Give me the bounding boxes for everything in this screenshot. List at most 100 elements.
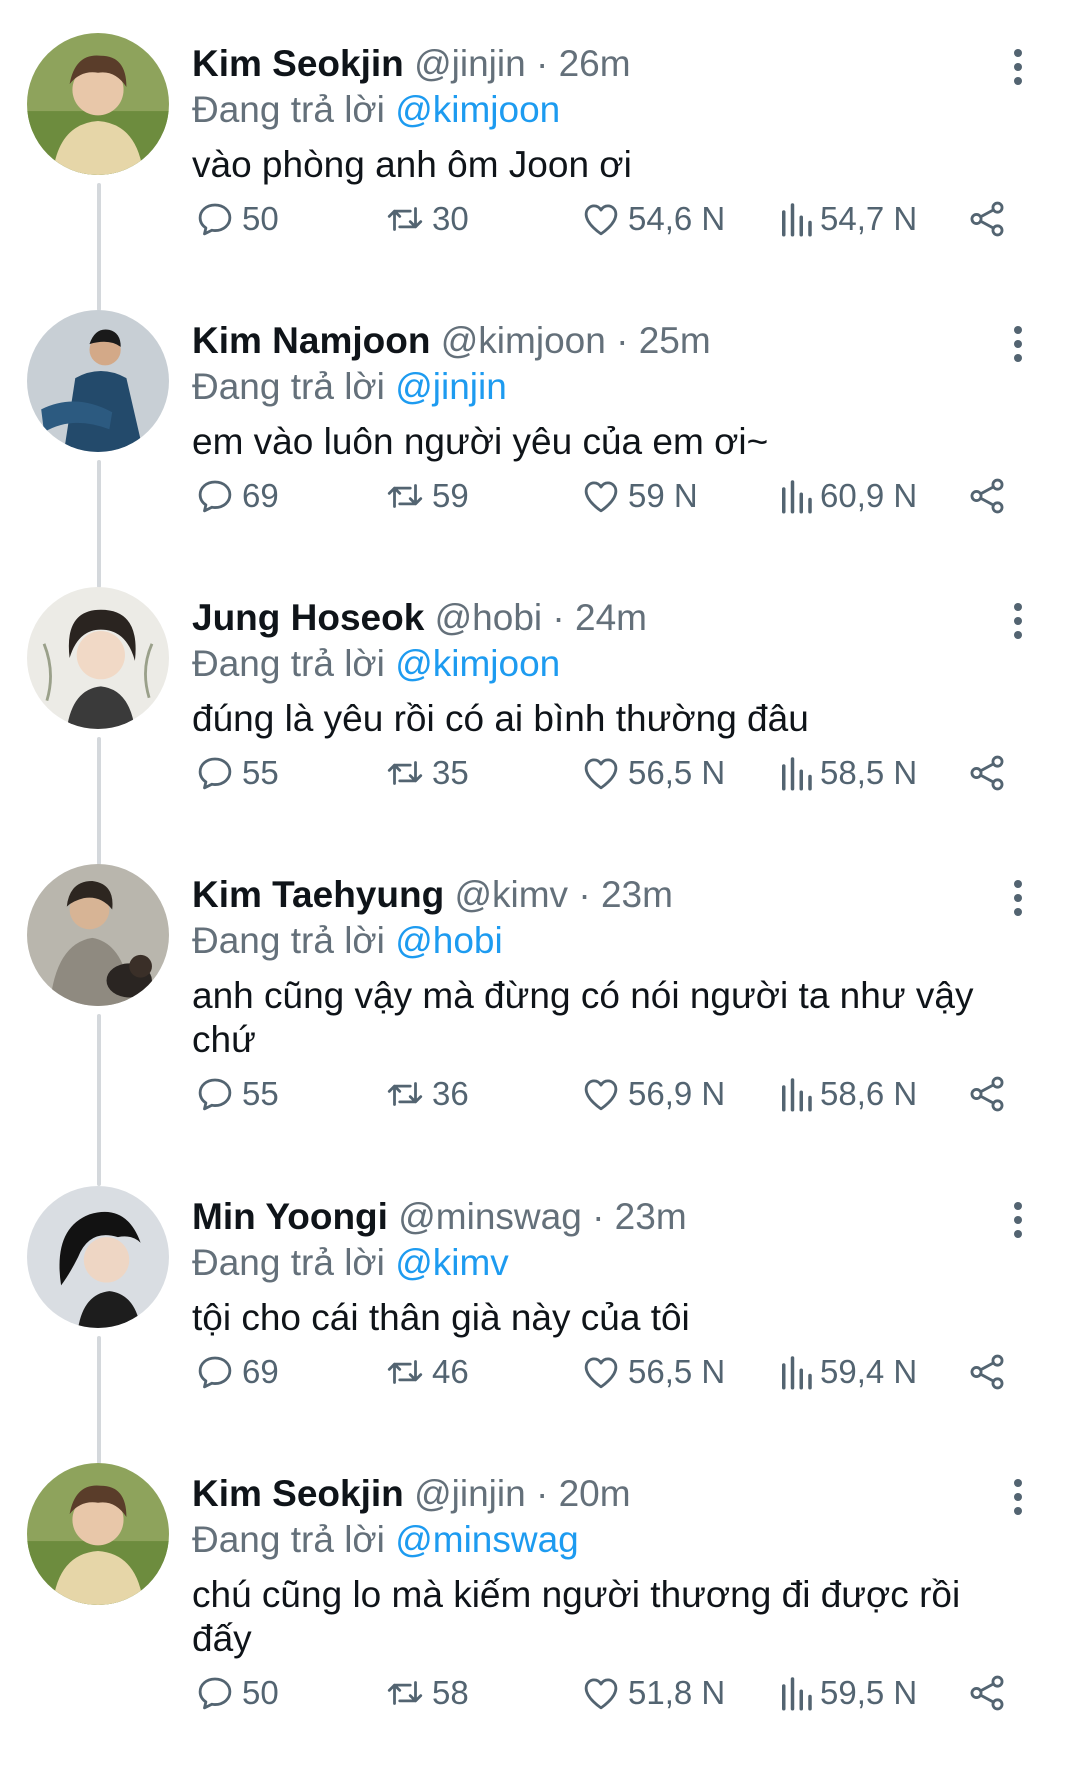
tweet-text: đúng là yêu rồi có ai bình thường đâu	[192, 698, 809, 739]
views-button[interactable]: 60,9 N	[778, 471, 917, 521]
more-vertical-icon[interactable]	[1010, 1200, 1026, 1240]
display-name[interactable]: Kim Seokjin	[192, 43, 404, 84]
separator-dot: ·	[535, 43, 549, 84]
tweet-text: em vào luôn người yêu của em ơi~	[192, 421, 769, 462]
replying-to-label: Đang trả lời	[192, 1242, 385, 1283]
more-vertical-icon[interactable]	[1010, 324, 1026, 364]
like-button[interactable]: 56,5 N	[580, 1347, 725, 1397]
timestamp[interactable]: 23m	[615, 1196, 687, 1237]
views-button[interactable]: 58,6 N	[778, 1069, 917, 1119]
handle[interactable]: @jinjin	[414, 1473, 526, 1514]
views-button[interactable]: 59,4 N	[778, 1347, 917, 1397]
like-button[interactable]: 56,5 N	[580, 748, 725, 798]
handle[interactable]: @hobi	[435, 597, 543, 638]
bar-chart-icon	[782, 1677, 812, 1711]
comment-bubble-icon	[198, 203, 232, 236]
like-button[interactable]: 54,6 N	[580, 194, 725, 244]
mention-link[interactable]: @minswag	[395, 1519, 579, 1560]
views-button[interactable]: 59,5 N	[778, 1668, 917, 1718]
avatar[interactable]	[27, 864, 169, 1006]
reply-button[interactable]: 69	[194, 471, 279, 521]
more-vertical-icon[interactable]	[1010, 601, 1026, 641]
avatar[interactable]	[27, 1463, 169, 1605]
share-icon	[970, 1354, 1004, 1390]
share-button[interactable]	[966, 194, 1008, 244]
handle[interactable]: @kimjoon	[441, 320, 606, 361]
avatar[interactable]	[27, 33, 169, 175]
timestamp[interactable]: 26m	[559, 43, 631, 84]
retweet-button[interactable]: 59	[384, 471, 469, 521]
retweet-button[interactable]: 30	[384, 194, 469, 244]
share-button[interactable]	[966, 471, 1008, 521]
comment-bubble-icon	[198, 480, 232, 513]
separator-dot: ·	[578, 874, 591, 915]
views-button[interactable]: 54,7 N	[778, 194, 917, 244]
heart-icon	[584, 1357, 618, 1389]
handle[interactable]: @kimv	[454, 874, 568, 915]
like-button[interactable]: 59 N	[580, 471, 698, 521]
retweet-button[interactable]: 46	[384, 1347, 469, 1397]
share-button[interactable]	[966, 1668, 1008, 1718]
reply-button[interactable]: 69	[194, 1347, 279, 1397]
like-count: 56,5 N	[628, 1353, 726, 1390]
timestamp[interactable]: 23m	[601, 874, 673, 915]
more-vertical-icon[interactable]	[1010, 878, 1026, 918]
share-button[interactable]	[966, 1347, 1008, 1397]
timestamp[interactable]: 24m	[575, 597, 647, 638]
reply-button[interactable]: 50	[194, 1668, 279, 1718]
mention-link[interactable]: @kimjoon	[395, 89, 560, 130]
mention-link[interactable]: @jinjin	[395, 366, 507, 407]
avatar[interactable]	[27, 587, 169, 729]
like-button[interactable]: 51,8 N	[580, 1668, 725, 1718]
mention-link[interactable]: @hobi	[395, 920, 503, 961]
view-count: 59,4 N	[820, 1353, 918, 1390]
more-vertical-icon[interactable]	[1010, 1477, 1026, 1517]
avatar[interactable]	[27, 310, 169, 452]
retweet-count: 36	[432, 1075, 469, 1112]
handle[interactable]: @jinjin	[414, 43, 526, 84]
replying-to: Đang trả lời @kimjoon	[192, 85, 560, 135]
display-name[interactable]: Jung Hoseok	[192, 597, 424, 638]
retweet-arrows-icon	[387, 484, 423, 508]
heart-icon	[584, 204, 618, 236]
reply-button[interactable]: 50	[194, 194, 279, 244]
timestamp[interactable]: 25m	[639, 320, 711, 361]
view-count: 58,6 N	[820, 1075, 918, 1112]
display-name[interactable]: Kim Namjoon	[192, 320, 430, 361]
action-bar: 69 59 59 N 60,9 N	[192, 471, 1022, 521]
comment-bubble-icon	[198, 757, 232, 790]
reply-count: 50	[242, 200, 279, 237]
tweet-header: Kim Namjoon @kimjoon · 25m	[192, 316, 711, 366]
retweet-arrows-icon	[387, 1082, 423, 1106]
thread-line	[97, 460, 101, 588]
display-name[interactable]: Min Yoongi	[192, 1196, 388, 1237]
retweet-button[interactable]: 35	[384, 748, 469, 798]
action-bar: 69 46 56,5 N 59,4 N	[192, 1347, 1022, 1397]
retweet-count: 35	[432, 754, 469, 791]
avatar[interactable]	[27, 1186, 169, 1328]
action-bar: 55 36 56,9 N 58,6 N	[192, 1069, 1022, 1119]
timestamp[interactable]: 20m	[559, 1473, 631, 1514]
display-name[interactable]: Kim Taehyung	[192, 874, 444, 915]
more-vertical-icon[interactable]	[1010, 47, 1026, 87]
display-name[interactable]: Kim Seokjin	[192, 1473, 404, 1514]
avatar-image	[27, 33, 169, 175]
like-count: 54,6 N	[628, 200, 726, 237]
handle[interactable]: @minswag	[398, 1196, 582, 1237]
mention-link[interactable]: @kimv	[395, 1242, 509, 1283]
reply-thread: Kim Seokjin @jinjin · 26m Đang trả lời @…	[0, 0, 1078, 1771]
retweet-button[interactable]: 58	[384, 1668, 469, 1718]
share-button[interactable]	[966, 748, 1008, 798]
like-button[interactable]: 56,9 N	[580, 1069, 725, 1119]
share-button[interactable]	[966, 1069, 1008, 1119]
replying-to: Đang trả lời @hobi	[192, 916, 503, 966]
comment-bubble-icon	[198, 1677, 232, 1710]
reply-button[interactable]: 55	[194, 748, 279, 798]
mention-link[interactable]: @kimjoon	[395, 643, 560, 684]
retweet-button[interactable]: 36	[384, 1069, 469, 1119]
tweet-header: Min Yoongi @minswag · 23m	[192, 1192, 687, 1242]
tweet-text: chú cũng lo mà kiếm người thương đi được…	[192, 1574, 961, 1659]
share-icon	[970, 1076, 1004, 1112]
views-button[interactable]: 58,5 N	[778, 748, 917, 798]
reply-button[interactable]: 55	[194, 1069, 279, 1119]
